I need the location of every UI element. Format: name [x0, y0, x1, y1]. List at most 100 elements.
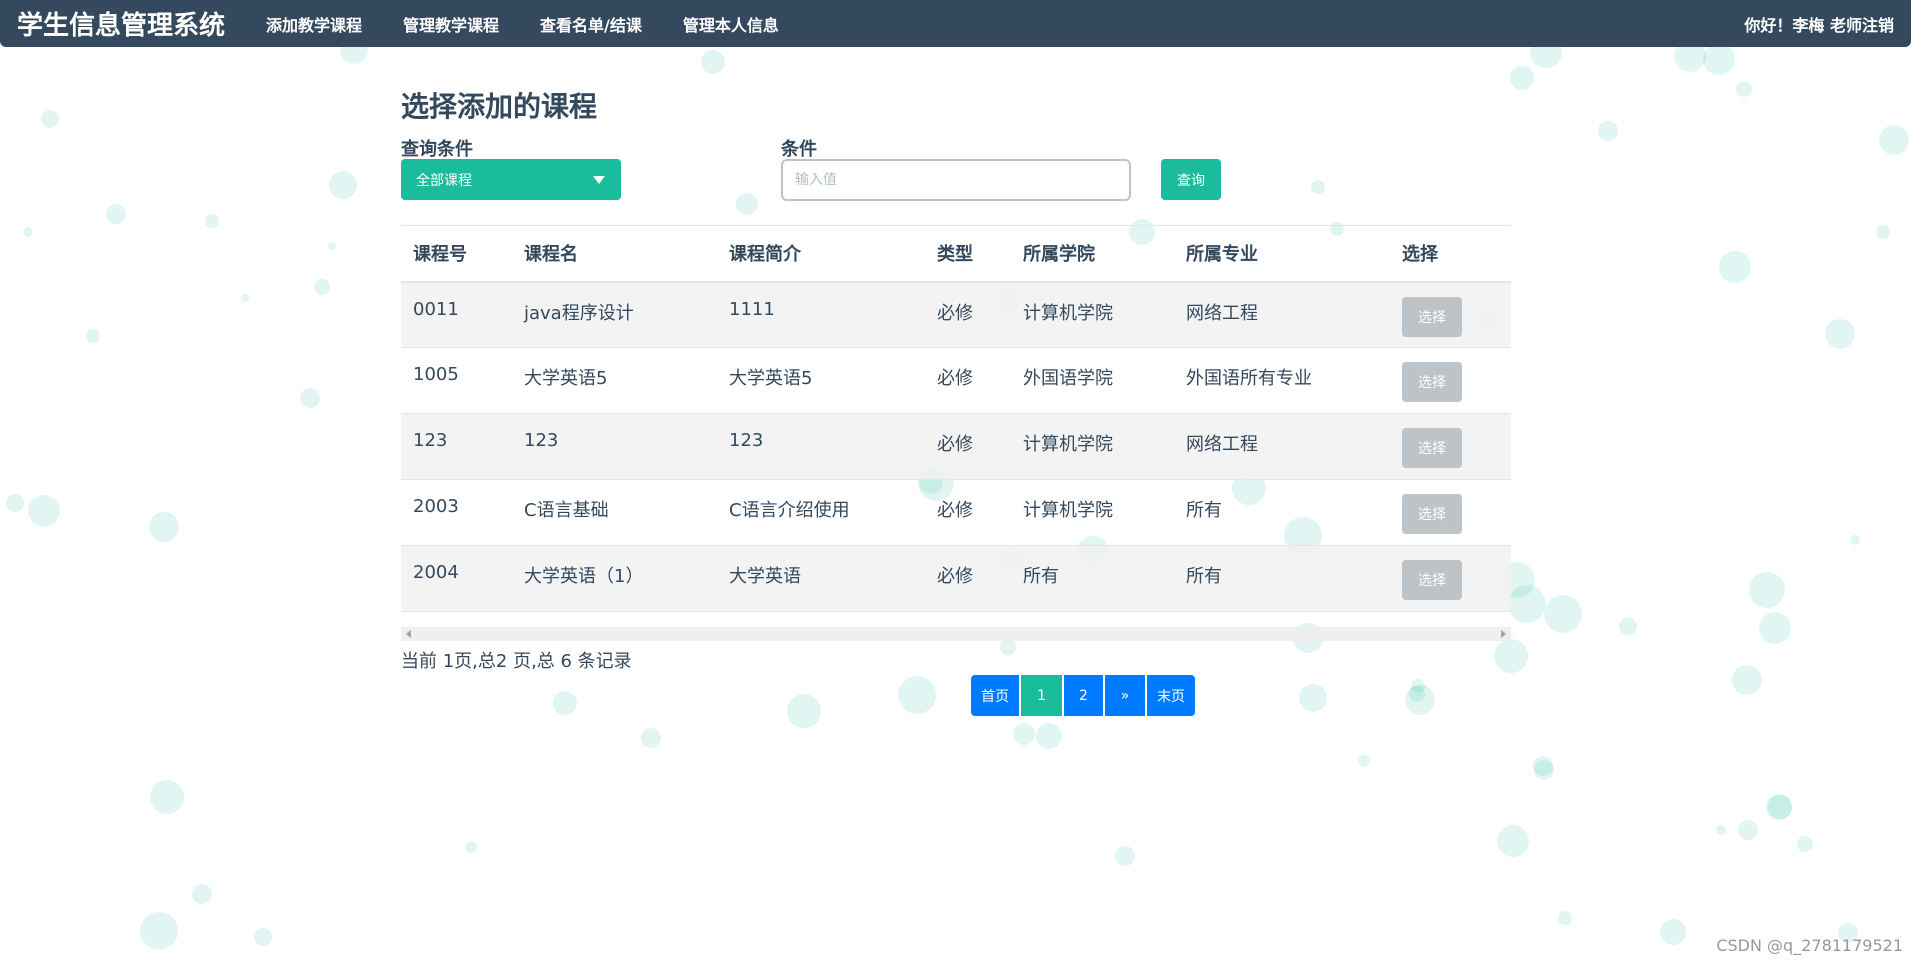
bubble-decoration [1797, 836, 1813, 852]
bubble-decoration [1598, 121, 1618, 141]
cell-course-name: C语言基础 [524, 500, 609, 521]
header-select: 选择 [1402, 244, 1438, 266]
bubble-decoration [1703, 43, 1735, 75]
next-page-button[interactable]: » [1105, 675, 1145, 716]
cell-course-intro: 123 [729, 430, 764, 451]
cell-course-name: java程序设计 [524, 302, 634, 324]
bubble-decoration [1768, 795, 1792, 819]
bubble-decoration [1660, 919, 1686, 945]
bubble-decoration [1115, 846, 1135, 866]
bubble-decoration [1738, 820, 1758, 840]
bubble-decoration [1759, 612, 1791, 644]
cell-select: 选择 [1390, 414, 1511, 480]
main-content: 选择添加的课程 查询条件 条件 全部课程 查询 课程号 课程名 课程简介 类型 … [401, 85, 1511, 721]
cell-course-id: 2003 [413, 496, 459, 517]
table-row: 0011 java程序设计 1111 必修 计算机学院 网络工程 选择 [401, 281, 1511, 348]
bubble-decoration [1879, 125, 1909, 155]
record-info: 当前 1页,总2 页,总 6 条记录 [401, 651, 632, 672]
cell-select: 选择 [1390, 282, 1511, 348]
nav-add-course[interactable]: 添加教学课程 [266, 12, 362, 36]
bubble-decoration [1825, 319, 1855, 349]
cell-course-id: 2004 [413, 562, 459, 583]
bubble-decoration [701, 50, 725, 74]
cell-course-type: 必修 [937, 566, 973, 587]
bubble-decoration [1749, 572, 1785, 608]
cell-course-type: 必修 [937, 302, 973, 324]
nav-menu: 添加教学课程 管理教学课程 查看名单/结课 管理本人信息 [266, 12, 820, 36]
cell-college: 外国语学院 [1023, 368, 1113, 389]
scroll-left-icon[interactable] [406, 630, 411, 638]
header-major: 所属专业 [1186, 244, 1258, 266]
bubble-decoration [1732, 665, 1762, 695]
logout-link[interactable]: 注销 [1862, 12, 1894, 36]
bubble-decoration [1716, 825, 1726, 835]
bubble-decoration [1013, 723, 1035, 745]
condition-select[interactable]: 全部课程 [401, 159, 621, 200]
scroll-right-icon[interactable] [1501, 630, 1506, 638]
select-course-button[interactable]: 选择 [1402, 428, 1462, 468]
page-title: 选择添加的课程 [401, 90, 598, 123]
cell-course-id: 1005 [413, 364, 459, 385]
bubble-decoration [6, 494, 24, 512]
horizontal-scrollbar[interactable] [401, 627, 1511, 641]
bubble-decoration [1619, 617, 1637, 635]
last-page-button[interactable]: 末页 [1147, 675, 1195, 716]
cell-course-name: 大学英语（1） [524, 566, 644, 587]
pagination: 首页 1 2 » 末页 [971, 675, 1195, 716]
cell-major: 外国语所有专业 [1186, 368, 1312, 389]
cell-course-intro: 1111 [729, 298, 775, 320]
bubble-decoration [23, 227, 33, 237]
user-greeting: 你好！李梅 老师 [1744, 15, 1862, 35]
cell-course-id: 123 [413, 430, 448, 451]
table-row: 2004 大学英语（1） 大学英语 必修 所有 所有 选择 [401, 545, 1511, 612]
header-course-id: 课程号 [413, 244, 467, 266]
nav-manage-profile[interactable]: 管理本人信息 [683, 12, 779, 36]
table-body: 0011 java程序设计 1111 必修 计算机学院 网络工程 选择 1005 大学英语5 大学… [401, 281, 1511, 612]
cell-major: 网络工程 [1186, 302, 1258, 324]
cell-course-type: 必修 [937, 500, 973, 521]
cell-college: 计算机学院 [1023, 500, 1113, 521]
header-course-intro: 课程简介 [729, 244, 801, 266]
select-course-button[interactable]: 选择 [1402, 296, 1462, 337]
condition-label: 查询条件 [401, 139, 473, 160]
cell-major: 网络工程 [1186, 434, 1258, 455]
condition-value-input[interactable] [781, 159, 1131, 201]
page-2-button[interactable]: 2 [1064, 675, 1103, 716]
bubble-decoration [1358, 755, 1370, 767]
value-label: 条件 [781, 139, 817, 160]
first-page-button[interactable]: 首页 [971, 675, 1019, 716]
nav-manage-course[interactable]: 管理教学课程 [403, 12, 499, 36]
bubble-decoration [28, 495, 60, 527]
select-course-button[interactable]: 选择 [1402, 362, 1462, 402]
table-row: 123 123 123 必修 计算机学院 网络工程 选择 [401, 413, 1511, 480]
caret-down-icon [593, 176, 605, 184]
bubble-decoration [86, 329, 100, 343]
select-course-button[interactable]: 选择 [1402, 494, 1462, 534]
bubble-decoration [1850, 535, 1860, 545]
bubble-decoration [1510, 66, 1534, 90]
user-area: 你好！李梅 老师 注销 [1744, 0, 1894, 47]
query-button[interactable]: 查询 [1161, 159, 1221, 200]
cell-college: 计算机学院 [1023, 302, 1113, 324]
bubble-decoration [192, 884, 212, 904]
bubble-decoration [106, 204, 126, 224]
bubble-decoration [150, 780, 184, 814]
bubble-decoration [1876, 225, 1890, 239]
cell-course-id: 0011 [413, 298, 459, 320]
nav-view-roster[interactable]: 查看名单/结课 [540, 12, 642, 36]
cell-select: 选择 [1390, 480, 1511, 546]
bubble-decoration [140, 912, 178, 950]
cell-course-name: 123 [524, 430, 559, 451]
cell-course-intro: C语言介绍使用 [729, 500, 850, 521]
bubble-decoration [300, 388, 320, 408]
cell-course-intro: 大学英语5 [729, 368, 813, 389]
cell-course-type: 必修 [937, 368, 973, 389]
bubble-decoration [1533, 756, 1553, 776]
header-course-name: 课程名 [524, 244, 578, 266]
page-1-button[interactable]: 1 [1021, 675, 1062, 716]
bubble-decoration [1036, 723, 1062, 749]
bubble-decoration [1497, 825, 1529, 857]
bubble-decoration [1719, 251, 1751, 283]
select-course-button[interactable]: 选择 [1402, 560, 1462, 600]
watermark: CSDN @q_2781179521 [1716, 936, 1903, 955]
